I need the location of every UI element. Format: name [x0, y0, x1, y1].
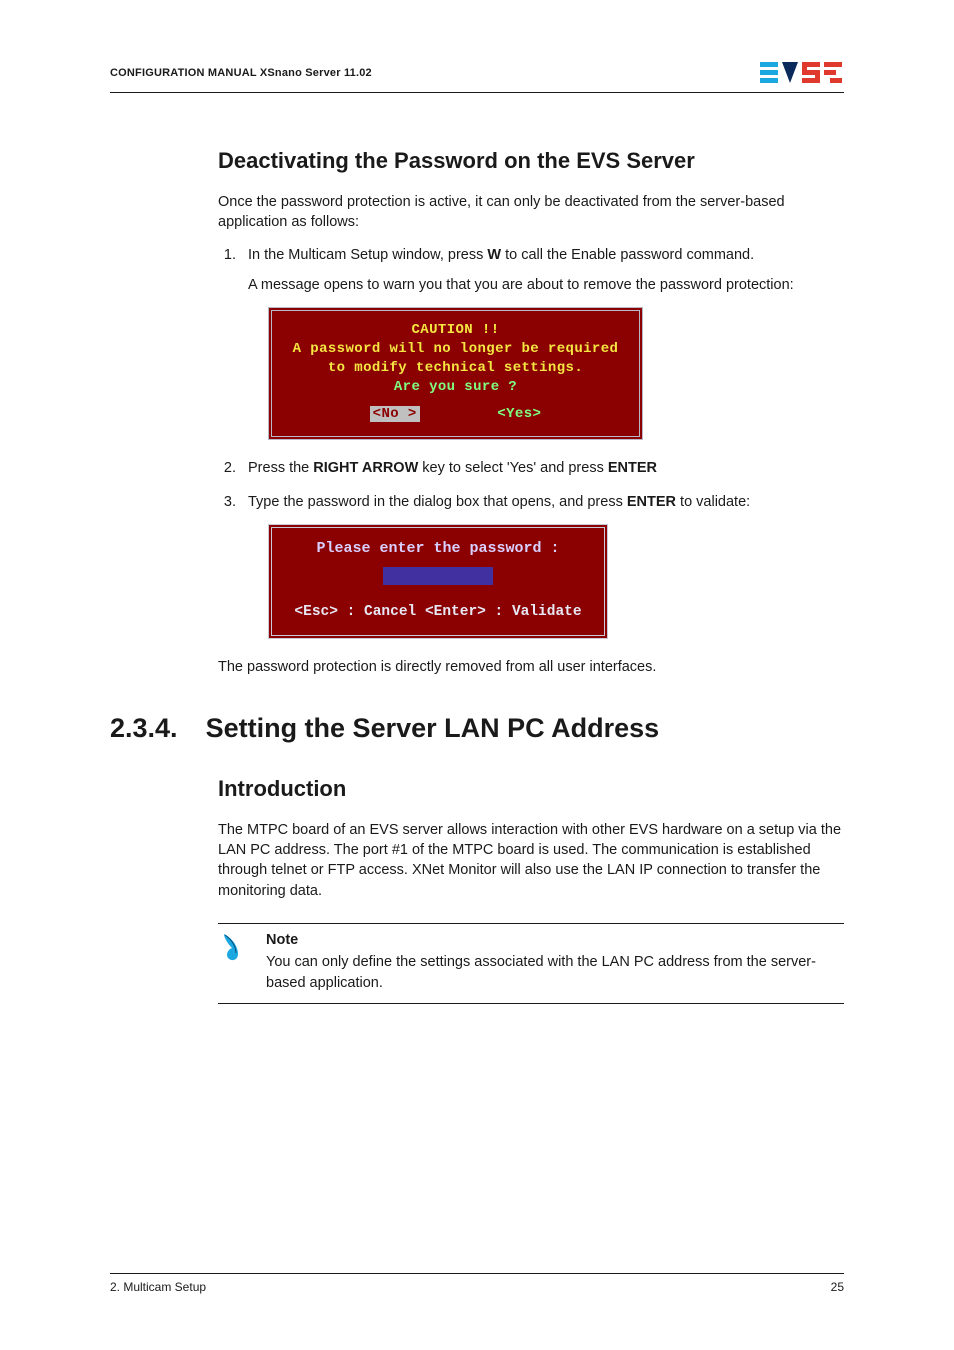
- section-title: Setting the Server LAN PC Address: [206, 713, 660, 744]
- heading-introduction: Introduction: [218, 776, 844, 802]
- header-title: CONFIGURATION MANUAL XSnano Server 11.02: [110, 67, 372, 79]
- page-footer: 2. Multicam Setup 25: [110, 1273, 844, 1294]
- footer-left: 2. Multicam Setup: [110, 1280, 206, 1294]
- intro-paragraph: Once the password protection is active, …: [218, 192, 844, 233]
- note-body: You can only define the settings associa…: [266, 954, 816, 990]
- note-title: Note: [266, 930, 844, 950]
- dialog-no-button[interactable]: <No >: [370, 406, 420, 422]
- footer-page-number: 25: [831, 1280, 844, 1294]
- password-dialog: Please enter the password : <Esc> : Canc…: [268, 524, 608, 638]
- caution-dialog: CAUTION !! A password will no longer be …: [268, 307, 643, 439]
- dialog-yes-button[interactable]: <Yes>: [497, 406, 541, 422]
- note-box: Note You can only define the settings as…: [218, 923, 844, 1004]
- section-number: 2.3.4.: [110, 713, 178, 744]
- password-dialog-hint: <Esc> : Cancel <Enter> : Validate: [282, 602, 594, 622]
- introduction-body: The MTPC board of an EVS server allows i…: [218, 820, 844, 901]
- password-input[interactable]: [383, 567, 493, 585]
- section-heading-row: 2.3.4. Setting the Server LAN PC Address: [110, 713, 844, 744]
- step-2: Press the RIGHT ARROW key to select 'Yes…: [240, 458, 844, 478]
- page-header: CONFIGURATION MANUAL XSnano Server 11.02: [110, 60, 844, 93]
- password-prompt: Please enter the password :: [282, 538, 594, 559]
- after-dialog-text: The password protection is directly remo…: [218, 657, 844, 677]
- note-icon: [218, 930, 252, 993]
- dialog-caption: CAUTION !!: [282, 321, 629, 340]
- evs-logo: [760, 60, 844, 86]
- step-1-msg: A message opens to warn you that you are…: [248, 275, 844, 295]
- step-1: In the Multicam Setup window, press W to…: [240, 245, 844, 440]
- heading-deactivating: Deactivating the Password on the EVS Ser…: [218, 148, 844, 174]
- step-3: Type the password in the dialog box that…: [240, 492, 844, 639]
